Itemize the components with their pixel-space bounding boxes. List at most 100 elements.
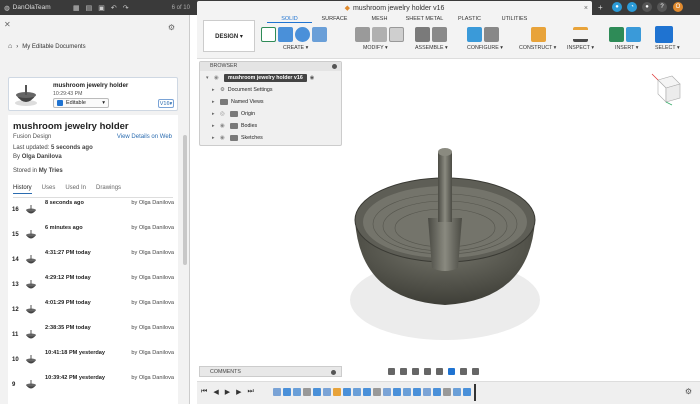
extrude-icon[interactable] xyxy=(278,27,293,42)
table-icon[interactable] xyxy=(484,27,499,42)
look-at-icon[interactable] xyxy=(400,367,407,375)
caret-right-icon[interactable]: ▸ xyxy=(212,111,217,117)
configure-group[interactable]: CONFIGURE ▾ xyxy=(467,26,503,56)
list-item[interactable]: 10 10:41:18 PM yesterday by Olga Danilova xyxy=(8,348,178,373)
zoom-icon[interactable] xyxy=(424,367,431,375)
timeline-feature-icon[interactable] xyxy=(443,388,451,396)
timeline-feature-icon[interactable] xyxy=(403,388,411,396)
inspect-group[interactable]: INSPECT ▾ xyxy=(567,26,594,56)
list-item[interactable]: 15 6 minutes ago by Olga Danilova xyxy=(8,223,178,248)
breadcrumb[interactable]: ⌂ › My Editable Documents xyxy=(8,43,86,50)
stored-folder[interactable]: My Tries xyxy=(39,168,63,174)
browser-header[interactable]: BROWSER xyxy=(200,62,341,71)
timeline-feature-icon[interactable] xyxy=(353,388,361,396)
undo-icon[interactable]: ↶ xyxy=(108,4,120,12)
tab-history[interactable]: History xyxy=(13,185,32,194)
select-icon[interactable] xyxy=(655,26,673,43)
insert-image-icon[interactable] xyxy=(626,27,641,42)
help-icon[interactable]: ? xyxy=(657,2,667,12)
tree-item-origin[interactable]: ▸ ◎ Origin xyxy=(212,109,255,119)
timeline-feature-icon[interactable] xyxy=(343,388,351,396)
modify-group[interactable]: MODIFY ▾ xyxy=(355,26,404,56)
measure-icon[interactable] xyxy=(573,27,588,42)
timeline-feature-icon[interactable] xyxy=(373,388,381,396)
sketch-icon[interactable] xyxy=(261,27,276,42)
first-step-icon[interactable]: ⏮ xyxy=(201,388,207,396)
job-status-icon[interactable]: ◔ xyxy=(627,2,637,12)
next-step-icon[interactable]: ▶ xyxy=(236,388,241,396)
last-step-icon[interactable]: ⏭ xyxy=(247,388,253,396)
tab-solid[interactable]: SOLID xyxy=(267,16,312,23)
viewports-icon[interactable] xyxy=(472,367,479,375)
tab-used-in[interactable]: Used In xyxy=(65,185,86,194)
timeline-feature-icon[interactable] xyxy=(273,388,281,396)
tab-surface[interactable]: SURFACE xyxy=(312,16,357,23)
previous-step-icon[interactable]: ◀ xyxy=(213,388,218,396)
gear-icon[interactable]: ⚙ xyxy=(168,23,175,32)
document-tab[interactable]: ◆ mushroom jewelry holder v16 × xyxy=(197,1,592,15)
caret-right-icon[interactable]: ▸ xyxy=(212,135,217,141)
save-icon[interactable]: ▣ xyxy=(95,4,108,12)
redo-icon[interactable]: ↷ xyxy=(120,4,132,12)
tree-item-sketches[interactable]: ▸ ◉ Sketches xyxy=(212,133,263,143)
extensions-icon[interactable]: ● xyxy=(612,2,622,12)
timeline-feature-icon[interactable] xyxy=(313,388,321,396)
avatar[interactable]: O xyxy=(673,2,683,12)
list-item[interactable]: 14 4:31:27 PM today by Olga Danilova xyxy=(8,248,178,273)
notifications-icon[interactable]: ● xyxy=(642,2,652,12)
timeline-marker[interactable] xyxy=(474,384,476,401)
move-icon[interactable] xyxy=(389,27,404,42)
assemble-group[interactable]: ASSEMBLE ▾ xyxy=(415,26,448,56)
timeline-feature-icon[interactable] xyxy=(453,388,461,396)
insert-derive-icon[interactable] xyxy=(609,27,624,42)
fit-icon[interactable] xyxy=(436,367,443,375)
team-switcher[interactable]: ◍ DanOlaTeam xyxy=(0,4,70,12)
box-icon[interactable] xyxy=(312,27,327,42)
timeline-feature-icon[interactable] xyxy=(333,388,341,396)
comments-panel[interactable]: COMMENTS xyxy=(199,366,342,377)
caret-down-icon[interactable]: ▾ xyxy=(206,75,211,81)
target-icon[interactable]: ◉ xyxy=(310,75,315,81)
offset-plane-icon[interactable] xyxy=(531,27,546,42)
grid-icon[interactable]: ▦ xyxy=(70,4,83,12)
gear-icon[interactable]: ⚙ xyxy=(685,387,692,396)
timeline-feature-icon[interactable] xyxy=(413,388,421,396)
configure-icon[interactable] xyxy=(467,27,482,42)
tab-utilities[interactable]: UTILITIES xyxy=(492,16,537,23)
document-card[interactable]: mushroom jewelry holder 10:29:43 PM Edit… xyxy=(8,77,178,111)
list-item[interactable]: 11 2:38:35 PM today by Olga Danilova xyxy=(8,323,178,348)
view-details-link[interactable]: View Details on Web xyxy=(117,134,172,140)
tree-root[interactable]: ▾ ◉ mushroom jewelry holder v16 ◉ xyxy=(206,73,314,83)
construct-group[interactable]: CONSTRUCT ▾ xyxy=(519,26,556,56)
timeline-feature-icon[interactable] xyxy=(393,388,401,396)
timeline-feature-icon[interactable] xyxy=(463,388,471,396)
timeline-feature-icon[interactable] xyxy=(383,388,391,396)
model-viewport[interactable] xyxy=(340,140,550,345)
joint-icon[interactable] xyxy=(432,27,447,42)
new-component-icon[interactable] xyxy=(415,27,430,42)
pan-icon[interactable] xyxy=(412,367,419,375)
tree-item-document-settings[interactable]: ▸ ⚙ Document Settings xyxy=(212,85,273,95)
fillet-icon[interactable] xyxy=(372,27,387,42)
list-item[interactable]: 13 4:29:12 PM today by Olga Danilova xyxy=(8,273,178,298)
list-item[interactable]: 16 8 seconds ago by Olga Danilova xyxy=(8,198,178,223)
tab-sheet-metal[interactable]: SHEET METAL xyxy=(402,16,447,23)
select-group[interactable]: SELECT ▾ xyxy=(655,26,680,56)
caret-right-icon[interactable]: ▸ xyxy=(212,123,217,129)
new-tab-button[interactable]: + xyxy=(598,3,603,12)
insert-group[interactable]: INSERT ▾ xyxy=(609,26,641,56)
timeline-feature-icon[interactable] xyxy=(293,388,301,396)
tab-drawings[interactable]: Drawings xyxy=(96,185,121,194)
eye-icon[interactable]: ◉ xyxy=(220,135,227,141)
orbit-icon[interactable] xyxy=(388,367,395,375)
home-icon[interactable]: ⌂ xyxy=(8,43,12,50)
revolve-icon[interactable] xyxy=(295,27,310,42)
grid-settings-icon[interactable] xyxy=(460,367,467,375)
caret-right-icon[interactable]: ▸ xyxy=(212,99,217,105)
pin-icon[interactable] xyxy=(332,64,337,69)
caret-right-icon[interactable]: ▸ xyxy=(212,87,217,93)
timeline-feature-icon[interactable] xyxy=(283,388,291,396)
close-icon[interactable]: × xyxy=(584,5,588,12)
list-item[interactable]: 12 4:01:29 PM today by Olga Danilova xyxy=(8,298,178,323)
tree-item-bodies[interactable]: ▸ ◉ Bodies xyxy=(212,121,257,131)
